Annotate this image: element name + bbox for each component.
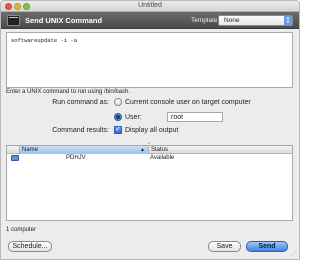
computers-table: Name ▲ Status PDHJV Available	[6, 145, 293, 221]
template-select-value: None	[224, 17, 240, 24]
title-bar: Untitled	[1, 1, 299, 12]
header-title: Send UNIX Command	[25, 16, 103, 25]
row-name: PDHJV	[66, 155, 86, 161]
save-button[interactable]: Save	[208, 241, 241, 252]
command-results-label: Command results:	[52, 127, 109, 134]
send-button[interactable]: Send	[246, 241, 288, 252]
computer-count: 1 computer	[6, 227, 37, 233]
up-down-arrows-icon: ▲ ▼	[284, 16, 292, 25]
schedule-button[interactable]: Schedule...	[8, 241, 52, 252]
row-status: Available	[150, 155, 175, 161]
run-as-label: Run command as:	[52, 99, 109, 106]
display-all-output-label: Display all output	[125, 127, 179, 134]
command-hint: Enter a UNIX command to run using /bin/b…	[6, 89, 131, 95]
radio-user[interactable]	[114, 113, 122, 121]
display-all-output-checkbox[interactable]: ✓	[114, 126, 122, 134]
command-text-area[interactable]: softwareupdate -i -a	[6, 32, 293, 88]
table-header: Name ▲ Status	[7, 146, 292, 154]
radio-console-user-label: Current console user on target computer	[125, 99, 251, 106]
resize-grip-icon[interactable]: ⋰	[291, 250, 297, 257]
column-header-status[interactable]: Status	[148, 146, 292, 154]
table-row[interactable]: PDHJV Available	[7, 155, 292, 163]
template-select[interactable]: None ▲ ▼	[218, 15, 293, 26]
header-bar: Send UNIX Command Template: None ▲ ▼	[1, 12, 299, 29]
template-label: Template:	[191, 17, 220, 24]
column-header-name[interactable]: Name ▲	[19, 146, 148, 154]
sort-ascending-icon: ▲	[140, 147, 145, 153]
radio-user-label: User:	[125, 114, 142, 121]
terminal-icon	[7, 15, 20, 26]
radio-console-user[interactable]	[114, 98, 122, 106]
window-title: Untitled	[138, 2, 162, 9]
user-input[interactable]: root	[167, 112, 223, 122]
send-unix-command-window: Untitled Send UNIX Command Template: Non…	[0, 0, 300, 260]
computer-icon	[11, 155, 19, 161]
